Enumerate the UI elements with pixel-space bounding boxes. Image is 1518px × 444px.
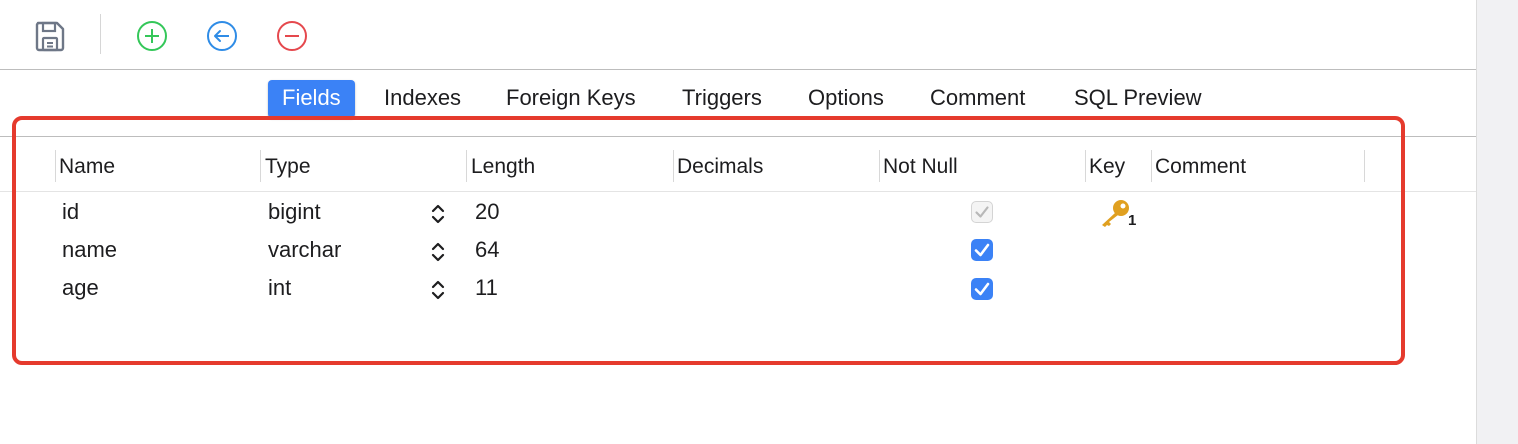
add-field-icon [137, 21, 167, 51]
toolbar-separator [100, 14, 101, 54]
tab-fields[interactable]: Fields [268, 80, 355, 118]
save-button[interactable] [28, 14, 72, 58]
field-type-cell[interactable]: int [268, 273, 291, 303]
field-length-cell[interactable]: 64 [475, 235, 499, 265]
arrow-left-circle-icon [207, 21, 237, 51]
not-null-checkbox[interactable] [971, 278, 993, 300]
column-separator[interactable] [1151, 150, 1152, 182]
column-header-comment[interactable]: Comment [1155, 152, 1246, 182]
not-null-checkbox [971, 201, 993, 223]
not-null-checkbox[interactable] [971, 239, 993, 261]
field-type-cell[interactable]: bigint [268, 197, 321, 227]
type-stepper-icon[interactable] [430, 277, 446, 303]
tabs-divider [0, 136, 1476, 137]
column-header-key[interactable]: Key [1089, 152, 1125, 182]
tab-foreign-keys[interactable]: Foreign Keys [492, 80, 650, 118]
column-separator[interactable] [260, 150, 261, 182]
tab-triggers[interactable]: Triggers [668, 80, 776, 118]
toolbar [0, 0, 1476, 70]
minus-circle-icon [277, 21, 307, 51]
tab-options[interactable]: Options [794, 80, 898, 118]
field-type-cell[interactable]: varchar [268, 235, 341, 265]
checkmark-icon [974, 282, 990, 296]
toolbar-divider [0, 69, 1476, 70]
column-separator[interactable] [466, 150, 467, 182]
type-stepper-icon[interactable] [430, 201, 446, 227]
field-name-cell[interactable]: id [62, 197, 79, 227]
checkmark-icon [974, 243, 990, 257]
save-icon [35, 21, 65, 52]
column-header-name[interactable]: Name [59, 152, 115, 182]
checkmark-icon [975, 206, 989, 218]
right-panel-edge [1476, 0, 1518, 444]
column-separator[interactable] [1085, 150, 1086, 182]
header-divider [0, 191, 1476, 192]
tab-sql-preview[interactable]: SQL Preview [1060, 80, 1216, 118]
field-name-cell[interactable]: age [62, 273, 99, 303]
field-name-cell[interactable]: name [62, 235, 117, 265]
column-header-length[interactable]: Length [471, 152, 535, 182]
tab-comment[interactable]: Comment [916, 80, 1039, 118]
field-length-cell[interactable]: 20 [475, 197, 499, 227]
column-header-type[interactable]: Type [265, 152, 311, 182]
add-field-button[interactable] [130, 14, 174, 58]
delete-field-button[interactable] [270, 14, 314, 58]
column-separator[interactable] [1364, 150, 1365, 182]
type-stepper-icon[interactable] [430, 239, 446, 265]
column-separator[interactable] [673, 150, 674, 182]
column-header-not-null[interactable]: Not Null [883, 152, 958, 182]
column-separator[interactable] [55, 150, 56, 182]
field-length-cell[interactable]: 11 [475, 273, 498, 303]
column-separator[interactable] [879, 150, 880, 182]
column-header-decimals[interactable]: Decimals [677, 152, 763, 182]
tab-indexes[interactable]: Indexes [370, 80, 475, 118]
insert-field-button[interactable] [200, 14, 244, 58]
key-order-number: 1 [1128, 212, 1137, 229]
